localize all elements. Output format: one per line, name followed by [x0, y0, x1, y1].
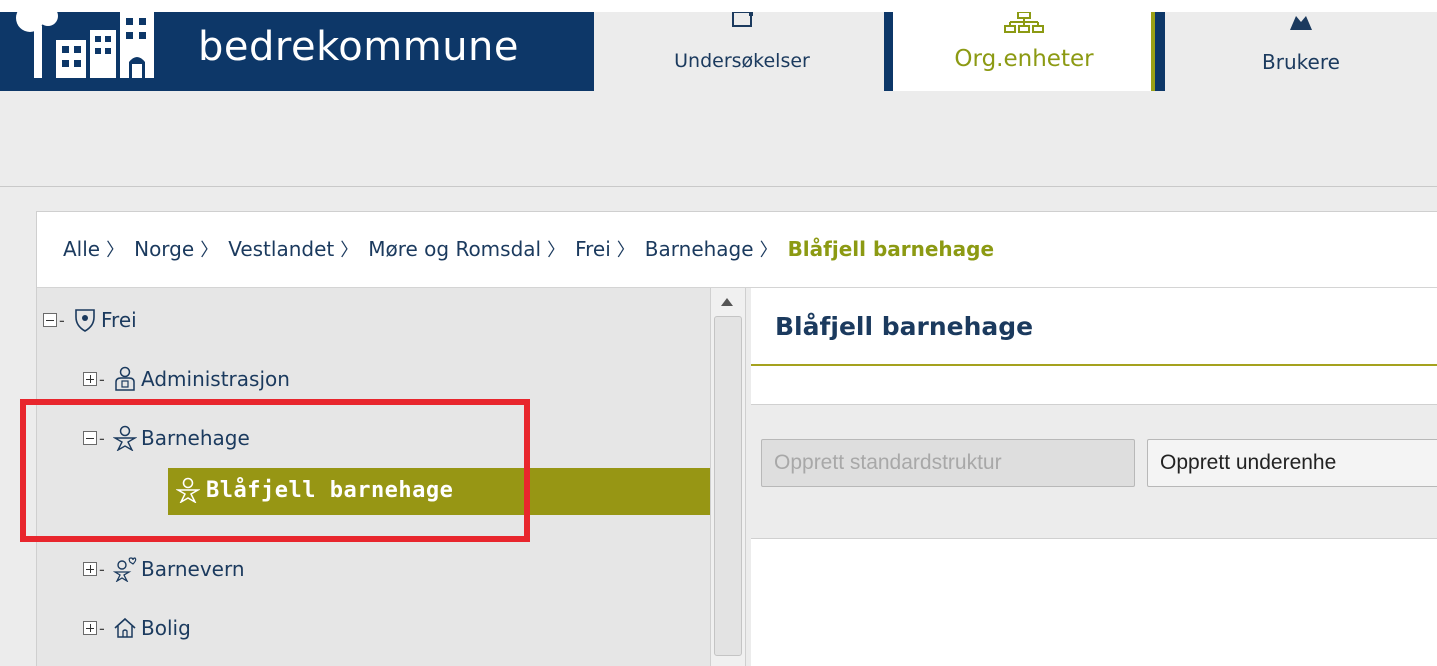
tab-brukere[interactable]: Brukere — [1165, 12, 1437, 91]
breadcrumb-item[interactable]: Vestlandet — [228, 237, 334, 261]
scroll-up-icon[interactable] — [721, 298, 733, 306]
tab-separator — [884, 12, 893, 91]
app-window: bedrekommune Undersøkelser Org.enheter B… — [0, 0, 1437, 666]
breadcrumb-separator: 〉 — [340, 240, 359, 261]
tree-node-frei[interactable]: - Frei — [43, 303, 137, 337]
title-underline — [751, 364, 1437, 366]
users-icon — [1165, 12, 1437, 36]
unit-detail-pane: Blåfjell barnehage Opprett standardstruk… — [751, 288, 1437, 666]
shield-icon — [73, 307, 97, 333]
child-heart-icon — [112, 556, 137, 583]
tab-label: Undersøkelser — [674, 50, 810, 72]
breadcrumb-separator: 〉 — [759, 240, 778, 261]
tree-node-label: Frei — [101, 308, 137, 332]
tab-label: Org.enheter — [954, 46, 1094, 72]
brand-name: bedrekommune — [198, 24, 520, 70]
expand-toggle-icon[interactable] — [83, 562, 97, 576]
page-title: Blåfjell barnehage — [775, 312, 1034, 341]
breadcrumb-item[interactable]: Alle — [63, 237, 100, 261]
breadcrumb-separator: 〉 — [616, 240, 635, 261]
tree-node-bolig[interactable]: - Bolig — [83, 611, 191, 645]
tab-label: Brukere — [1262, 50, 1340, 74]
logo-building-icon — [16, 12, 154, 78]
breadcrumb-separator: 〉 — [106, 240, 125, 261]
tab-org-enheter[interactable]: Org.enheter — [893, 12, 1155, 91]
create-subunit-button[interactable]: Opprett underenhe — [1147, 439, 1437, 487]
tab-undersokelser[interactable]: Undersøkelser — [594, 12, 890, 91]
toolbar-band — [0, 91, 1437, 187]
top-edge — [0, 0, 1437, 12]
person-admin-icon — [113, 366, 137, 392]
tree-node-barnevern[interactable]: - Barnevern — [83, 552, 245, 586]
breadcrumb: Alle 〉 Norge 〉 Vestlandet 〉 Møre og Romsdal… — [63, 234, 994, 264]
tree-node-label: Barnevern — [141, 557, 245, 581]
breadcrumb-item[interactable]: Møre og Romsdal — [368, 237, 541, 261]
breadcrumb-current: Blåfjell barnehage — [787, 237, 995, 261]
org-chart-icon — [893, 12, 1155, 36]
tree-node-label: Administrasjon — [141, 367, 290, 391]
brand-logo[interactable]: bedrekommune — [0, 12, 594, 91]
house-icon — [113, 615, 137, 641]
highlight-annotation — [20, 399, 530, 542]
tree-node-label: Bolig — [141, 616, 191, 640]
breadcrumb-separator: 〉 — [200, 240, 219, 261]
collapse-toggle-icon[interactable] — [43, 313, 57, 327]
tree-scrollbar[interactable] — [710, 288, 745, 666]
breadcrumb-item[interactable]: Barnehage — [645, 237, 754, 261]
tab-separator — [1155, 12, 1165, 91]
divider — [0, 186, 1437, 187]
breadcrumb-item[interactable]: Norge — [134, 237, 194, 261]
expand-toggle-icon[interactable] — [83, 372, 97, 386]
breadcrumb-item[interactable]: Frei — [575, 237, 611, 261]
scrollbar-thumb[interactable] — [714, 316, 742, 656]
survey-icon — [594, 12, 890, 36]
create-standard-structure-button: Opprett standardstruktur — [761, 439, 1135, 487]
breadcrumb-separator: 〉 — [547, 240, 566, 261]
expand-toggle-icon[interactable] — [83, 621, 97, 635]
tree-node-administrasjon[interactable]: - Administrasjon — [83, 362, 290, 396]
